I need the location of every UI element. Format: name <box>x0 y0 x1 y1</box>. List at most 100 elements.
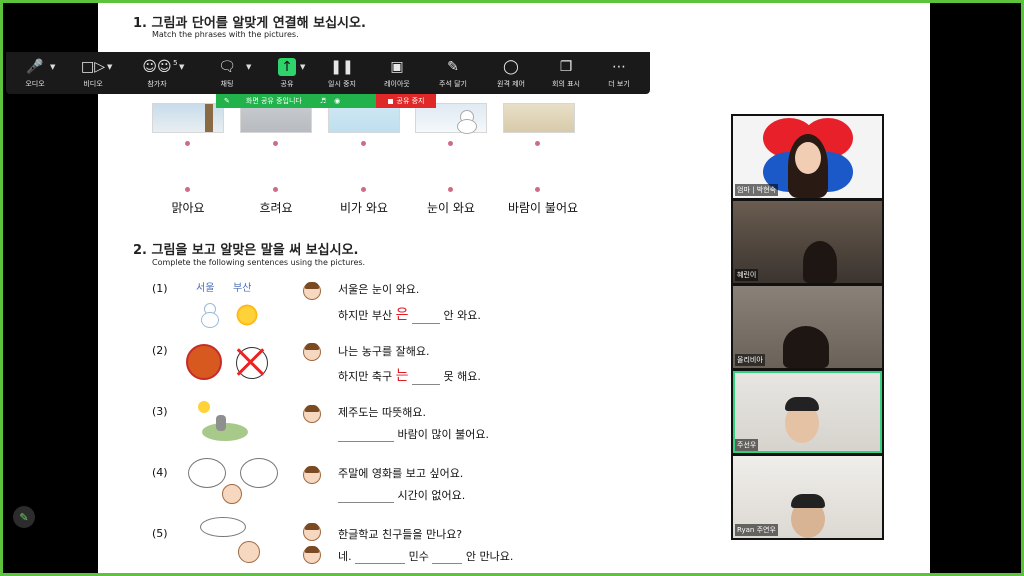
item-line2: 네. 민수 안 만나요. <box>338 548 513 564</box>
pencil-icon: ✎ <box>447 58 459 75</box>
mouse-icon: ◯ <box>503 58 519 75</box>
item-line2-mid: 민수 <box>408 550 429 563</box>
speaker-icon: ♬ <box>319 97 327 105</box>
layout-button[interactable]: ▣ 레이아웃 <box>368 52 426 94</box>
share-screen-icon: ↑ <box>278 57 296 76</box>
avatar <box>303 466 321 484</box>
answer-blank[interactable] <box>432 563 463 564</box>
item-line1: 서울은 눈이 와요. <box>338 283 420 296</box>
stop-icon <box>387 98 393 104</box>
meeting-view-icon: ❐ <box>559 58 573 75</box>
audio-options-chevron-icon[interactable]: ▼ <box>50 63 55 71</box>
chat-button[interactable]: 🗨 채팅 <box>204 52 250 94</box>
meeting-view-button[interactable]: ❐ 회의 표시 <box>536 52 596 94</box>
chat-options-chevron-icon[interactable]: ▼ <box>246 63 251 71</box>
snowman-icon <box>200 303 219 328</box>
match-dot[interactable] <box>448 141 453 146</box>
q2-title: 2. 그림을 보고 알맞은 말을 써 보십시오. <box>133 243 359 258</box>
word-windy: 바람이 불어요 <box>507 201 579 215</box>
answer-text: 는 <box>395 368 409 384</box>
stop-share-button[interactable]: 공유 중지 <box>376 94 436 108</box>
remote-control-button[interactable]: ◯ 원격 제어 <box>480 52 542 94</box>
participants-options-chevron-icon[interactable]: ▼ <box>179 63 184 71</box>
match-dot[interactable] <box>361 141 366 146</box>
thinking-girl-picture <box>188 458 278 508</box>
participant-tile[interactable]: 엄마 | 박현숙 <box>733 116 882 198</box>
q1-subtitle: Match the phrases with the pictures. <box>152 30 299 39</box>
word-snowy: 눈이 와요 <box>427 201 475 215</box>
annotate-button[interactable]: ✎ 주석 달기 <box>424 52 482 94</box>
item-number: (5) <box>152 527 168 540</box>
item-line2: 시간이 없어요. <box>338 487 465 503</box>
match-dot[interactable] <box>535 141 540 146</box>
item-line2-pre: 네. <box>338 550 352 563</box>
word-rainy: 비가 와요 <box>340 201 388 215</box>
item-number: (1) <box>152 282 168 295</box>
match-dot[interactable] <box>273 141 278 146</box>
participants-icon: ☺☺ 5 <box>142 58 177 76</box>
avatar <box>303 546 321 564</box>
participant-name: 올리비아 <box>735 354 765 366</box>
answer-blank[interactable] <box>338 502 394 503</box>
shared-screen-frame: 1. 그림과 단어를 알맞게 연결해 보십시오. Match the phras… <box>0 0 1024 576</box>
match-dot[interactable] <box>185 141 190 146</box>
shield-icon: ◉ <box>334 97 341 105</box>
match-dot[interactable] <box>185 187 190 192</box>
match-dot[interactable] <box>361 187 366 192</box>
audio-button[interactable]: 🎤 오디오 <box>12 52 58 94</box>
video-camera-icon: □▷ <box>81 58 105 75</box>
answer-blank[interactable] <box>412 323 440 324</box>
match-dot[interactable] <box>448 187 453 192</box>
answer-text: 은 <box>395 307 409 323</box>
word-cloudy: 흐려요 <box>259 201 293 215</box>
item-line2-post: 안 만나요. <box>465 550 514 563</box>
item-line2-pre: 하지만 축구 <box>338 370 393 383</box>
more-button[interactable]: ⋯ 더 보기 <box>594 52 644 94</box>
screen-sharing-status: ✎ 화면 공유 중입니다 ♬ ◉ <box>216 94 376 108</box>
participant-name: 엄마 | 박현숙 <box>735 184 779 196</box>
item-line1: 주말에 영화를 보고 싶어요. <box>338 467 464 480</box>
item-line2-post: 바람이 많이 불어요. <box>397 428 489 441</box>
participant-tile-active[interactable]: 주선우 <box>733 371 882 453</box>
item-number: (3) <box>152 405 168 418</box>
participants-button[interactable]: ☺☺ 5 참가자 <box>132 52 182 94</box>
answer-blank[interactable] <box>338 441 394 442</box>
item-number: (4) <box>152 466 168 479</box>
picture-label-seoul: 서울 <box>196 283 215 294</box>
participant-tile[interactable]: Ryan 주연우 <box>733 456 882 538</box>
pause-share-button[interactable]: ❚❚ 일시 중지 <box>312 52 372 94</box>
avatar <box>303 282 321 300</box>
meeting-toolbar: 🎤 오디오 ▼ □▷ 비디오 ▼ ☺☺ 5 참가자 ▼ 🗨 채팅 ▼ ↑ 공유 ▼… <box>6 52 650 94</box>
participant-name: 주선우 <box>735 439 759 451</box>
more-icon: ⋯ <box>612 58 626 75</box>
chat-icon: 🗨 <box>218 58 236 75</box>
match-dot[interactable] <box>273 187 278 192</box>
annotation-pencil-button[interactable]: ✎ <box>13 506 35 528</box>
avatar <box>303 405 321 423</box>
jeju-picture <box>198 401 254 443</box>
layout-icon: ▣ <box>390 58 404 75</box>
item-line2: 하지만 부산 은 안 와요. <box>338 304 481 324</box>
answer-blank[interactable] <box>412 384 440 385</box>
word-sunny: 맑아요 <box>171 201 205 215</box>
basketball-icon <box>186 344 222 380</box>
sharing-label: 화면 공유 중입니다 <box>245 97 302 105</box>
picture-windy <box>152 103 224 133</box>
match-dot[interactable] <box>535 187 540 192</box>
share-options-chevron-icon[interactable]: ▼ <box>300 63 305 71</box>
answer-blank[interactable] <box>355 563 406 564</box>
picture-cloudy <box>503 103 575 133</box>
item-line1: 한글학교 친구들을 만나요? <box>338 528 463 541</box>
item-line2-post: 못 해요. <box>443 370 481 383</box>
friends-picture <box>194 513 266 565</box>
participant-tile[interactable]: 혜린이 <box>733 201 882 283</box>
share-button[interactable]: ↑ 공유 <box>264 52 310 94</box>
video-button[interactable]: □▷ 비디오 <box>68 52 118 94</box>
participant-name: Ryan 주연우 <box>735 524 778 536</box>
video-options-chevron-icon[interactable]: ▼ <box>107 63 112 71</box>
microphone-icon: 🎤 <box>26 58 44 75</box>
participant-tile[interactable]: 올리비아 <box>733 286 882 368</box>
participant-name: 혜린이 <box>735 269 759 281</box>
avatar <box>303 343 321 361</box>
soccer-ball-crossed-icon <box>233 344 269 380</box>
